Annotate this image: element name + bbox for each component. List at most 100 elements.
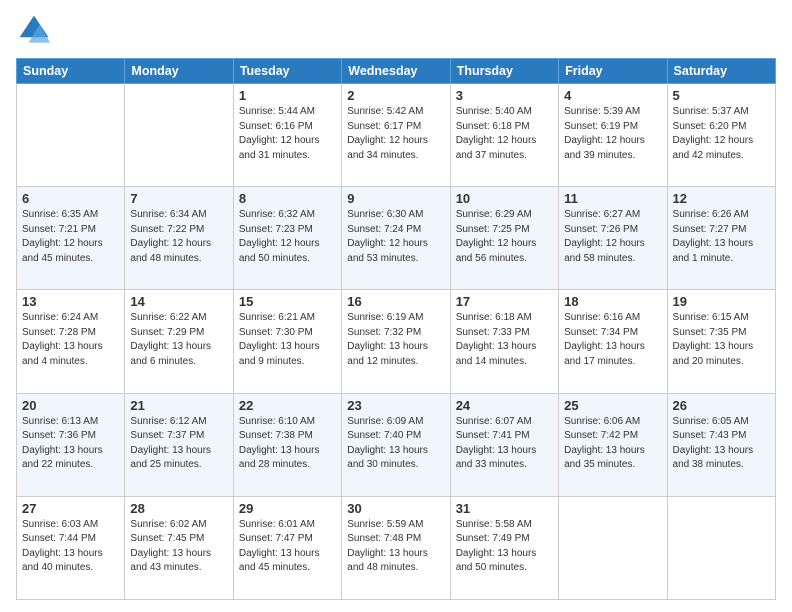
day-info: Sunrise: 6:29 AM Sunset: 7:25 PM Dayligh… xyxy=(456,208,553,266)
day-info: Sunrise: 6:30 AM Sunset: 7:24 PM Dayligh… xyxy=(347,208,444,266)
day-number: 21 xyxy=(130,398,227,413)
day-number: 18 xyxy=(564,294,661,309)
calendar-cell: 10 Sunrise: 6:29 AM Sunset: 7:25 PM Dayli… xyxy=(450,187,558,290)
calendar-cell: 29 Sunrise: 6:01 AM Sunset: 7:47 PM Dayli… xyxy=(233,496,341,599)
calendar-cell: 21 Sunrise: 6:12 AM Sunset: 7:37 PM Dayli… xyxy=(125,393,233,496)
day-number: 6 xyxy=(22,191,119,206)
calendar-cell: 11 Sunrise: 6:27 AM Sunset: 7:26 PM Dayli… xyxy=(559,187,667,290)
calendar-cell: 1 Sunrise: 5:44 AM Sunset: 6:16 PM Daylig… xyxy=(233,84,341,187)
day-info: Sunrise: 5:39 AM Sunset: 6:19 PM Dayligh… xyxy=(564,105,661,163)
col-header-friday: Friday xyxy=(559,59,667,84)
day-number: 23 xyxy=(347,398,444,413)
calendar-cell: 28Sunrise: 6:02 AM Sunset: 7:45 PM Dayli… xyxy=(125,496,233,599)
calendar-cell: 7 Sunrise: 6:34 AM Sunset: 7:22 PM Daylig… xyxy=(125,187,233,290)
day-number: 19 xyxy=(673,294,770,309)
col-header-tuesday: Tuesday xyxy=(233,59,341,84)
day-info: Sunrise: 6:24 AM Sunset: 7:28 PM Dayligh… xyxy=(22,311,119,369)
day-number: 14 xyxy=(130,294,227,309)
day-number: 7 xyxy=(130,191,227,206)
calendar-cell: 19 Sunrise: 6:15 AM Sunset: 7:35 PM Dayli… xyxy=(667,290,775,393)
calendar-cell: 6 Sunrise: 6:35 AM Sunset: 7:21 PM Daylig… xyxy=(17,187,125,290)
calendar-cell: 18Sunrise: 6:16 AM Sunset: 7:34 PM Dayli… xyxy=(559,290,667,393)
day-number: 1 xyxy=(239,88,336,103)
day-info: Sunrise: 6:35 AM Sunset: 7:21 PM Dayligh… xyxy=(22,208,119,266)
page: SundayMondayTuesdayWednesdayThursdayFrid… xyxy=(0,0,792,612)
calendar-cell: 15Sunrise: 6:21 AM Sunset: 7:30 PM Dayli… xyxy=(233,290,341,393)
day-info: Sunrise: 6:34 AM Sunset: 7:22 PM Dayligh… xyxy=(130,208,227,266)
calendar-cell: 22 Sunrise: 6:10 AM Sunset: 7:38 PM Dayli… xyxy=(233,393,341,496)
day-info: Sunrise: 6:10 AM Sunset: 7:38 PM Dayligh… xyxy=(239,415,336,473)
calendar-cell: 4 Sunrise: 5:39 AM Sunset: 6:19 PM Daylig… xyxy=(559,84,667,187)
day-info: Sunrise: 5:40 AM Sunset: 6:18 PM Dayligh… xyxy=(456,105,553,163)
calendar-cell xyxy=(667,496,775,599)
day-info: Sunrise: 5:58 AM Sunset: 7:49 PM Dayligh… xyxy=(456,518,553,576)
calendar-cell: 13 Sunrise: 6:24 AM Sunset: 7:28 PM Dayli… xyxy=(17,290,125,393)
day-info: Sunrise: 6:22 AM Sunset: 7:29 PM Dayligh… xyxy=(130,311,227,369)
day-info: Sunrise: 6:32 AM Sunset: 7:23 PM Dayligh… xyxy=(239,208,336,266)
calendar-cell: 20Sunrise: 6:13 AM Sunset: 7:36 PM Dayli… xyxy=(17,393,125,496)
calendar-week-row: 27 Sunrise: 6:03 AM Sunset: 7:44 PM Dayli… xyxy=(17,496,776,599)
calendar-cell: 16Sunrise: 6:19 AM Sunset: 7:32 PM Dayli… xyxy=(342,290,450,393)
calendar-cell: 26 Sunrise: 6:05 AM Sunset: 7:43 PM Dayli… xyxy=(667,393,775,496)
day-info: Sunrise: 6:06 AM Sunset: 7:42 PM Dayligh… xyxy=(564,415,661,473)
day-number: 31 xyxy=(456,501,553,516)
calendar-cell: 14 Sunrise: 6:22 AM Sunset: 7:29 PM Dayli… xyxy=(125,290,233,393)
day-info: Sunrise: 6:26 AM Sunset: 7:27 PM Dayligh… xyxy=(673,208,770,266)
calendar-cell: 27 Sunrise: 6:03 AM Sunset: 7:44 PM Dayli… xyxy=(17,496,125,599)
day-number: 25 xyxy=(564,398,661,413)
day-number: 22 xyxy=(239,398,336,413)
col-header-thursday: Thursday xyxy=(450,59,558,84)
day-number: 10 xyxy=(456,191,553,206)
calendar-cell xyxy=(559,496,667,599)
day-info: Sunrise: 5:37 AM Sunset: 6:20 PM Dayligh… xyxy=(673,105,770,163)
day-number: 28 xyxy=(130,501,227,516)
calendar-week-row: 1 Sunrise: 5:44 AM Sunset: 6:16 PM Daylig… xyxy=(17,84,776,187)
calendar-cell: 17Sunrise: 6:18 AM Sunset: 7:33 PM Dayli… xyxy=(450,290,558,393)
day-info: Sunrise: 6:27 AM Sunset: 7:26 PM Dayligh… xyxy=(564,208,661,266)
calendar-cell: 30 Sunrise: 5:59 AM Sunset: 7:48 PM Dayli… xyxy=(342,496,450,599)
day-number: 30 xyxy=(347,501,444,516)
day-info: Sunrise: 6:15 AM Sunset: 7:35 PM Dayligh… xyxy=(673,311,770,369)
day-info: Sunrise: 5:44 AM Sunset: 6:16 PM Dayligh… xyxy=(239,105,336,163)
day-info: Sunrise: 6:01 AM Sunset: 7:47 PM Dayligh… xyxy=(239,518,336,576)
day-number: 5 xyxy=(673,88,770,103)
calendar-header-row: SundayMondayTuesdayWednesdayThursdayFrid… xyxy=(17,59,776,84)
day-info: Sunrise: 6:03 AM Sunset: 7:44 PM Dayligh… xyxy=(22,518,119,576)
day-info: Sunrise: 6:12 AM Sunset: 7:37 PM Dayligh… xyxy=(130,415,227,473)
header xyxy=(16,12,776,48)
calendar-cell: 12Sunrise: 6:26 AM Sunset: 7:27 PM Dayli… xyxy=(667,187,775,290)
day-number: 15 xyxy=(239,294,336,309)
calendar-cell xyxy=(125,84,233,187)
calendar-cell: 5 Sunrise: 5:37 AM Sunset: 6:20 PM Daylig… xyxy=(667,84,775,187)
day-number: 2 xyxy=(347,88,444,103)
col-header-sunday: Sunday xyxy=(17,59,125,84)
day-number: 27 xyxy=(22,501,119,516)
day-number: 9 xyxy=(347,191,444,206)
calendar-cell: 2 Sunrise: 5:42 AM Sunset: 6:17 PM Daylig… xyxy=(342,84,450,187)
calendar-week-row: 20Sunrise: 6:13 AM Sunset: 7:36 PM Dayli… xyxy=(17,393,776,496)
day-number: 13 xyxy=(22,294,119,309)
day-number: 29 xyxy=(239,501,336,516)
col-header-wednesday: Wednesday xyxy=(342,59,450,84)
calendar-cell xyxy=(17,84,125,187)
day-info: Sunrise: 6:09 AM Sunset: 7:40 PM Dayligh… xyxy=(347,415,444,473)
col-header-monday: Monday xyxy=(125,59,233,84)
day-number: 4 xyxy=(564,88,661,103)
day-info: Sunrise: 6:07 AM Sunset: 7:41 PM Dayligh… xyxy=(456,415,553,473)
calendar-cell: 3 Sunrise: 5:40 AM Sunset: 6:18 PM Daylig… xyxy=(450,84,558,187)
day-info: Sunrise: 6:13 AM Sunset: 7:36 PM Dayligh… xyxy=(22,415,119,473)
day-info: Sunrise: 5:42 AM Sunset: 6:17 PM Dayligh… xyxy=(347,105,444,163)
col-header-saturday: Saturday xyxy=(667,59,775,84)
logo-icon xyxy=(16,12,52,48)
calendar-cell: 23 Sunrise: 6:09 AM Sunset: 7:40 PM Dayli… xyxy=(342,393,450,496)
day-number: 11 xyxy=(564,191,661,206)
day-number: 24 xyxy=(456,398,553,413)
day-number: 17 xyxy=(456,294,553,309)
day-info: Sunrise: 6:05 AM Sunset: 7:43 PM Dayligh… xyxy=(673,415,770,473)
day-number: 8 xyxy=(239,191,336,206)
day-number: 3 xyxy=(456,88,553,103)
day-info: Sunrise: 5:59 AM Sunset: 7:48 PM Dayligh… xyxy=(347,518,444,576)
calendar-cell: 31 Sunrise: 5:58 AM Sunset: 7:49 PM Dayli… xyxy=(450,496,558,599)
day-number: 26 xyxy=(673,398,770,413)
logo xyxy=(16,12,56,48)
